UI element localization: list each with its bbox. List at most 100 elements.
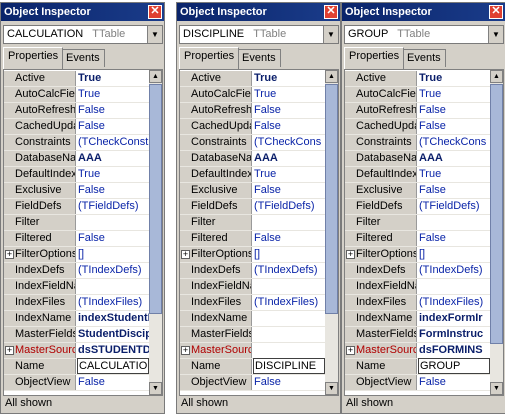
property-row[interactable]: DatabaseNameAAA <box>345 151 490 167</box>
property-row[interactable]: IndexFiles (TIndexFiles) <box>180 295 325 311</box>
property-value[interactable] <box>253 311 325 326</box>
property-row[interactable]: Active True <box>180 71 325 87</box>
property-value-editor[interactable]: GROUP <box>418 358 490 374</box>
scroll-up-icon[interactable]: ▲ <box>149 70 162 83</box>
property-value[interactable]: dsSTUDENTD <box>77 343 149 358</box>
vertical-scrollbar[interactable]: ▲ ▼ <box>149 70 162 395</box>
property-value[interactable]: True <box>418 87 490 102</box>
tab-events[interactable]: Events <box>237 49 281 67</box>
property-row[interactable]: IndexDefs (TIndexDefs) <box>4 263 149 279</box>
property-row[interactable]: CachedUpdatesFalse <box>345 119 490 135</box>
expand-plus-icon[interactable]: + <box>181 250 190 259</box>
property-value[interactable]: (TIndexDefs) <box>418 263 490 278</box>
property-value[interactable] <box>418 215 490 230</box>
property-row[interactable]: IndexFieldNames <box>180 279 325 295</box>
property-value[interactable] <box>253 215 325 230</box>
expand-plus-icon[interactable]: + <box>5 346 14 355</box>
property-value[interactable]: (TIndexFiles) <box>77 295 149 310</box>
property-row[interactable]: IndexName <box>180 311 325 327</box>
property-row[interactable]: IndexDefs (TIndexDefs) <box>345 263 490 279</box>
property-value[interactable]: (TIndexDefs) <box>77 263 149 278</box>
scroll-thumb[interactable] <box>325 84 338 314</box>
property-row[interactable]: Active True <box>4 71 149 87</box>
property-row[interactable]: MasterFields <box>180 327 325 343</box>
property-row[interactable]: IndexFieldNames <box>345 279 490 295</box>
property-row[interactable]: + FilterOptions[] <box>4 247 149 263</box>
property-row[interactable]: DefaultIndex True <box>4 167 149 183</box>
property-value[interactable]: (TFieldDefs) <box>418 199 490 214</box>
property-row[interactable]: Constraints (TCheckConstra <box>4 135 149 151</box>
tab-properties[interactable]: Properties <box>344 47 405 69</box>
dropdown-arrow-icon[interactable]: ▼ <box>323 26 338 43</box>
property-row[interactable]: MasterFields StudentDiscip <box>4 327 149 343</box>
property-value[interactable]: False <box>253 183 325 198</box>
property-row[interactable]: Filtered False <box>4 231 149 247</box>
property-row[interactable]: + FilterOptions[] <box>180 247 325 263</box>
property-row[interactable]: FieldDefs (TFieldDefs) <box>180 199 325 215</box>
property-row[interactable]: AutoCalcFieldsTrue <box>180 87 325 103</box>
property-row[interactable]: Filter <box>180 215 325 231</box>
property-row[interactable]: Name GROUP <box>345 358 490 375</box>
property-value[interactable] <box>418 279 490 294</box>
property-row[interactable]: IndexFiles (TIndexFiles) <box>4 295 149 311</box>
vertical-scrollbar[interactable]: ▲ ▼ <box>490 70 503 395</box>
property-value[interactable]: dsFORMINS <box>418 343 490 358</box>
property-value[interactable]: False <box>253 375 325 390</box>
property-value[interactable]: (TFieldDefs) <box>253 199 325 214</box>
property-value[interactable]: False <box>77 119 149 134</box>
property-row[interactable]: AutoRefresh False <box>4 103 149 119</box>
property-value[interactable]: (TIndexDefs) <box>253 263 325 278</box>
property-value[interactable]: False <box>418 103 490 118</box>
property-row[interactable]: Constraints (TCheckCons <box>345 135 490 151</box>
property-row[interactable]: Active True <box>345 71 490 87</box>
property-value[interactable]: AAA <box>77 151 149 166</box>
property-row[interactable]: AutoCalcFieldsTrue <box>4 87 149 103</box>
property-value[interactable]: True <box>253 87 325 102</box>
property-value-editor[interactable]: DISCIPLINE <box>253 358 325 374</box>
property-row[interactable]: Name DISCIPLINE <box>180 358 325 375</box>
dropdown-arrow-icon[interactable]: ▼ <box>147 26 162 43</box>
property-value-editor[interactable]: CALCULATION <box>77 358 149 374</box>
property-value[interactable]: indexStudentI <box>77 311 149 326</box>
property-row[interactable]: Exclusive False <box>345 183 490 199</box>
property-value[interactable] <box>253 343 325 358</box>
property-row[interactable]: DefaultIndex True <box>180 167 325 183</box>
scroll-down-icon[interactable]: ▼ <box>490 382 503 395</box>
property-value[interactable]: False <box>418 183 490 198</box>
close-button[interactable]: ✕ <box>148 5 162 19</box>
property-row[interactable]: IndexName indexStudentI <box>4 311 149 327</box>
property-row[interactable]: Constraints (TCheckCons <box>180 135 325 151</box>
property-row[interactable]: + FilterOptions[] <box>345 247 490 263</box>
property-row[interactable]: +MasterSource <box>180 343 325 359</box>
property-value[interactable]: False <box>253 231 325 246</box>
property-value[interactable]: True <box>418 167 490 182</box>
scroll-thumb[interactable] <box>149 84 162 314</box>
property-row[interactable]: ObjectView False <box>180 375 325 391</box>
property-row[interactable]: IndexFieldNames <box>4 279 149 295</box>
vertical-scrollbar[interactable]: ▲ ▼ <box>325 70 338 395</box>
property-row[interactable]: AutoRefresh False <box>180 103 325 119</box>
property-value[interactable]: [] <box>77 247 149 262</box>
property-value[interactable]: False <box>253 119 325 134</box>
object-selector[interactable]: GROUP TTable ▼ <box>344 25 504 44</box>
property-value[interactable]: True <box>253 167 325 182</box>
property-row[interactable]: IndexFiles (TIndexFiles) <box>345 295 490 311</box>
property-value[interactable]: [] <box>253 247 325 262</box>
property-row[interactable]: Filtered False <box>180 231 325 247</box>
scroll-up-icon[interactable]: ▲ <box>490 70 503 83</box>
property-row[interactable]: CachedUpdatesFalse <box>4 119 149 135</box>
property-value[interactable]: True <box>418 71 490 86</box>
property-value[interactable]: True <box>77 87 149 102</box>
property-value[interactable]: StudentDiscip <box>77 327 149 342</box>
property-value[interactable]: True <box>77 167 149 182</box>
property-value[interactable] <box>77 215 149 230</box>
property-row[interactable]: IndexName indexFormIr <box>345 311 490 327</box>
property-row[interactable]: Exclusive False <box>180 183 325 199</box>
property-value[interactable]: False <box>77 183 149 198</box>
property-row[interactable]: Name CALCULATION <box>4 358 149 375</box>
object-selector[interactable]: DISCIPLINE TTable ▼ <box>179 25 339 44</box>
property-row[interactable]: AutoRefresh False <box>345 103 490 119</box>
property-value[interactable]: AAA <box>418 151 490 166</box>
tab-events[interactable]: Events <box>402 49 446 67</box>
expand-plus-icon[interactable]: + <box>5 250 14 259</box>
